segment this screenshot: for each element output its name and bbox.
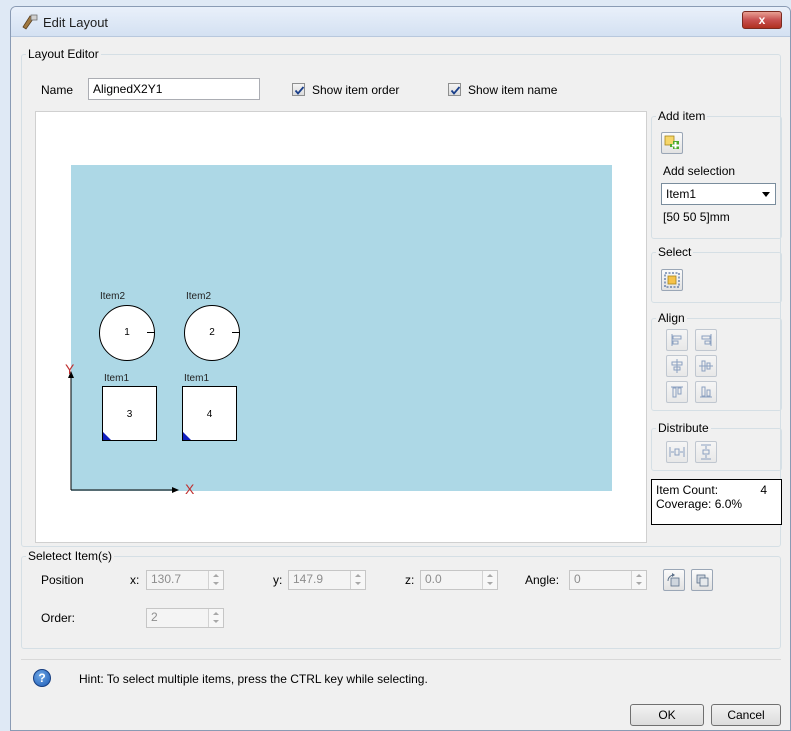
align-top-icon xyxy=(671,386,683,398)
show-item-order-label: Show item order xyxy=(312,83,400,97)
select-all-icon xyxy=(664,272,680,288)
align-left-icon xyxy=(671,334,682,346)
ok-button[interactable]: OK xyxy=(630,704,704,726)
add-selection-dropdown[interactable]: Item1 xyxy=(661,183,776,205)
distribute-vertical-icon xyxy=(701,444,711,460)
coverage-label: Coverage: xyxy=(656,497,712,511)
angle-label: Angle: xyxy=(525,573,560,587)
y-label: y: xyxy=(273,573,283,587)
angle-value: 0 xyxy=(574,572,581,586)
item-count-value: 4 xyxy=(760,483,767,497)
checkmark-icon xyxy=(450,86,461,95)
spinner-arrows-icon[interactable] xyxy=(631,571,646,589)
align-top-button[interactable] xyxy=(666,381,688,403)
layout-editor-label: Layout Editor xyxy=(28,47,99,61)
order-value: 2 xyxy=(151,610,158,624)
cancel-button[interactable]: Cancel xyxy=(711,704,781,726)
z-label: z: xyxy=(405,573,415,587)
align-center-horizontal-icon xyxy=(699,360,713,372)
add-item-label: Add item xyxy=(658,109,706,123)
distribute-vertical-button[interactable] xyxy=(695,441,717,463)
rotate-button[interactable] xyxy=(663,569,685,591)
align-center-vertical-button[interactable] xyxy=(666,355,688,377)
align-label: Align xyxy=(658,311,685,325)
z-position-field[interactable]: 0.0 xyxy=(420,570,498,590)
layout-canvas[interactable]: Item2 1 Item2 2 Item1 3 Item1 4 Y X xyxy=(35,111,647,543)
title-bar[interactable]: Edit Layout x xyxy=(11,7,790,37)
hint-text: Hint: To select multiple items, press th… xyxy=(79,672,428,686)
x-label: x: xyxy=(130,573,140,587)
y-position-value: 147.9 xyxy=(293,572,324,586)
add-item-icon xyxy=(664,135,679,149)
show-item-name-checkbox[interactable] xyxy=(448,83,461,96)
select-label: Select xyxy=(658,245,692,259)
layout-stats-box: Item Count: 4 Coverage: 6.0% xyxy=(651,479,782,525)
z-position-value: 0.0 xyxy=(425,572,442,586)
checkmark-icon xyxy=(294,86,305,95)
selected-items-group: Seletect Item(s) xyxy=(21,549,781,649)
selected-items-label: Seletect Item(s) xyxy=(28,549,113,563)
add-selection-value: Item1 xyxy=(666,187,697,201)
align-right-button[interactable] xyxy=(695,329,717,351)
align-bottom-icon xyxy=(700,386,712,398)
spinner-arrows-icon[interactable] xyxy=(482,571,497,589)
show-item-order-checkbox[interactable] xyxy=(292,83,305,96)
spinner-arrows-icon[interactable] xyxy=(208,609,223,627)
app-icon xyxy=(21,13,39,31)
show-item-name-label: Show item name xyxy=(468,83,558,97)
add-item-button[interactable] xyxy=(661,132,683,154)
add-selection-label: Add selection xyxy=(663,164,736,178)
position-label: Position xyxy=(41,573,84,587)
coverage-value: 6.0% xyxy=(714,497,743,511)
distribute-horizontal-icon xyxy=(669,447,685,457)
footer-separator xyxy=(21,659,781,660)
y-axis-label: Y xyxy=(65,361,75,377)
select-all-button[interactable] xyxy=(661,269,683,291)
order-field[interactable]: 2 xyxy=(146,608,224,628)
spinner-arrows-icon[interactable] xyxy=(208,571,223,589)
close-button[interactable]: x xyxy=(742,11,782,29)
window-title: Edit Layout xyxy=(43,15,109,30)
align-right-icon xyxy=(701,334,712,346)
reset-button[interactable] xyxy=(691,569,713,591)
angle-field[interactable]: 0 xyxy=(569,570,647,590)
y-position-field[interactable]: 147.9 xyxy=(288,570,366,590)
item-dimensions: [50 50 5]mm xyxy=(663,210,730,224)
edit-layout-window: Edit Layout x Layout Editor Name Aligned… xyxy=(10,6,791,731)
help-icon[interactable]: ? xyxy=(33,669,51,687)
align-left-button[interactable] xyxy=(666,329,688,351)
align-bottom-button[interactable] xyxy=(695,381,717,403)
item-count-label: Item Count: xyxy=(656,483,719,497)
axes-icon xyxy=(68,371,179,493)
align-center-vertical-icon xyxy=(671,359,683,373)
name-input[interactable]: AlignedX2Y1 xyxy=(88,78,260,100)
reset-icon xyxy=(696,574,709,587)
align-center-horizontal-button[interactable] xyxy=(695,355,717,377)
spinner-arrows-icon[interactable] xyxy=(350,571,365,589)
order-label: Order: xyxy=(41,611,76,625)
x-position-value: 130.7 xyxy=(151,572,182,586)
distribute-horizontal-button[interactable] xyxy=(666,441,688,463)
distribute-label: Distribute xyxy=(658,421,709,435)
chevron-down-icon xyxy=(762,192,770,197)
x-axis-label: X xyxy=(185,481,195,497)
name-label: Name xyxy=(41,83,74,97)
rotate-icon xyxy=(667,573,680,587)
x-position-field[interactable]: 130.7 xyxy=(146,570,224,590)
